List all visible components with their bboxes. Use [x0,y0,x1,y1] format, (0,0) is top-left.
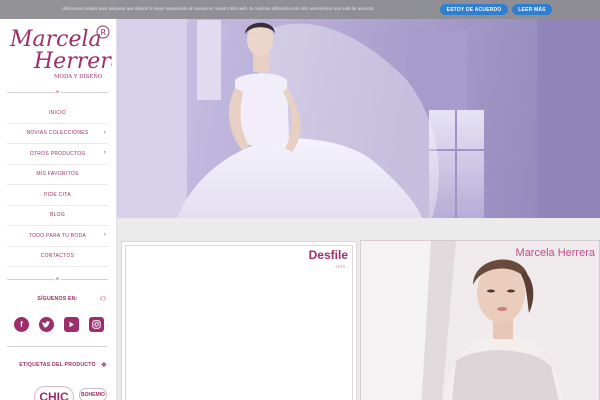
sidebar: Marcela Herrera R MODA Y DISEÑO ∞ INICIO… [0,0,124,400]
chevron-right-icon: › [103,232,106,238]
menu-item-novias-colecciones[interactable]: NOVIAS COLECCIONES › [7,124,108,144]
main-menu: INICIO NOVIAS COLECCIONES › OTROS PRODUC… [7,103,108,267]
card-title[interactable]: Marcela Herrera [516,247,595,259]
brand-logo[interactable]: Marcela Herrera R MODA Y DISEÑO [8,20,124,82]
divider: ∞ [7,277,108,282]
hero-bride-image [117,0,600,218]
twitter-icon[interactable] [39,317,54,332]
card-subtitle: - 2016 - [332,264,348,269]
menu-item-label: INICIO [48,109,67,116]
menu-item-otros-productos[interactable]: OTROS PRODUCTOS › [7,144,108,165]
menu-item-contactos[interactable]: CONTACTOS [7,247,108,267]
tag-chic[interactable]: CHIC [34,386,74,400]
tag-bohemio[interactable]: BOHEMIO [79,388,107,400]
svg-text:MODA Y DISEÑO: MODA Y DISEÑO [54,72,103,80]
menu-item-label: BLOG [49,212,66,219]
menu-item-mis-favoritos[interactable]: MIS FAVORITOS [7,165,108,185]
youtube-icon[interactable] [64,317,79,332]
menu-item-label: CONTACTOS [40,253,75,260]
tags-title: ETIQUETAS DEL PRODUCTO [19,362,96,368]
tags-icon: ❖ [100,362,107,369]
cookie-text: Utilizamos cookies para asegurar que dam… [62,6,375,11]
menu-item-label: PIDE CITA [44,191,71,198]
menu-item-todo-para-tu-boda[interactable]: TODO PARA TU BODA › [7,226,108,247]
menu-item-label: NOVIAS COLECCIONES [26,130,89,137]
menu-item-label: OTROS PRODUCTOS [29,150,86,157]
cookie-bar: Utilizamos cookies para asegurar que dam… [0,0,600,19]
menu-item-blog[interactable]: BLOG [7,206,108,226]
chevron-right-icon: › [103,150,106,156]
users-icon: ⚇ [99,296,106,303]
bride-portrait-image [361,241,599,400]
brand-logo-mark: Marcela Herrera R MODA Y DISEÑO [9,25,124,80]
menu-item-inicio[interactable]: INICIO [7,103,108,124]
social-links: f [14,317,104,333]
chevron-right-icon: › [103,129,106,136]
card-title[interactable]: Desfile [309,248,348,262]
divider [7,346,108,347]
instagram-icon[interactable] [89,317,104,332]
card-frame [125,245,353,400]
divider: ∞ [7,90,108,95]
menu-item-label: TODO PARA TU BODA [28,232,87,239]
menu-item-pide-cita[interactable]: PIDE CITA [7,185,108,206]
svg-text:R: R [101,28,107,37]
facebook-icon[interactable]: f [14,317,29,332]
accept-cookies-button[interactable]: ESTOY DE ACUERDO [440,4,508,15]
svg-text:Herrera: Herrera [33,49,112,74]
hero-banner [117,0,600,218]
follow-title: SÍGUENOS EN: [37,296,78,302]
post-card-desfile[interactable]: Desfile - 2016 - [121,241,357,400]
content-area: Desfile - 2016 - Marcela Herrera [117,218,600,400]
post-card-marcela-herrera[interactable]: Marcela Herrera [360,240,600,400]
menu-item-label: MIS FAVORITOS [36,171,79,178]
read-more-button[interactable]: LEER MÁS [512,4,552,15]
